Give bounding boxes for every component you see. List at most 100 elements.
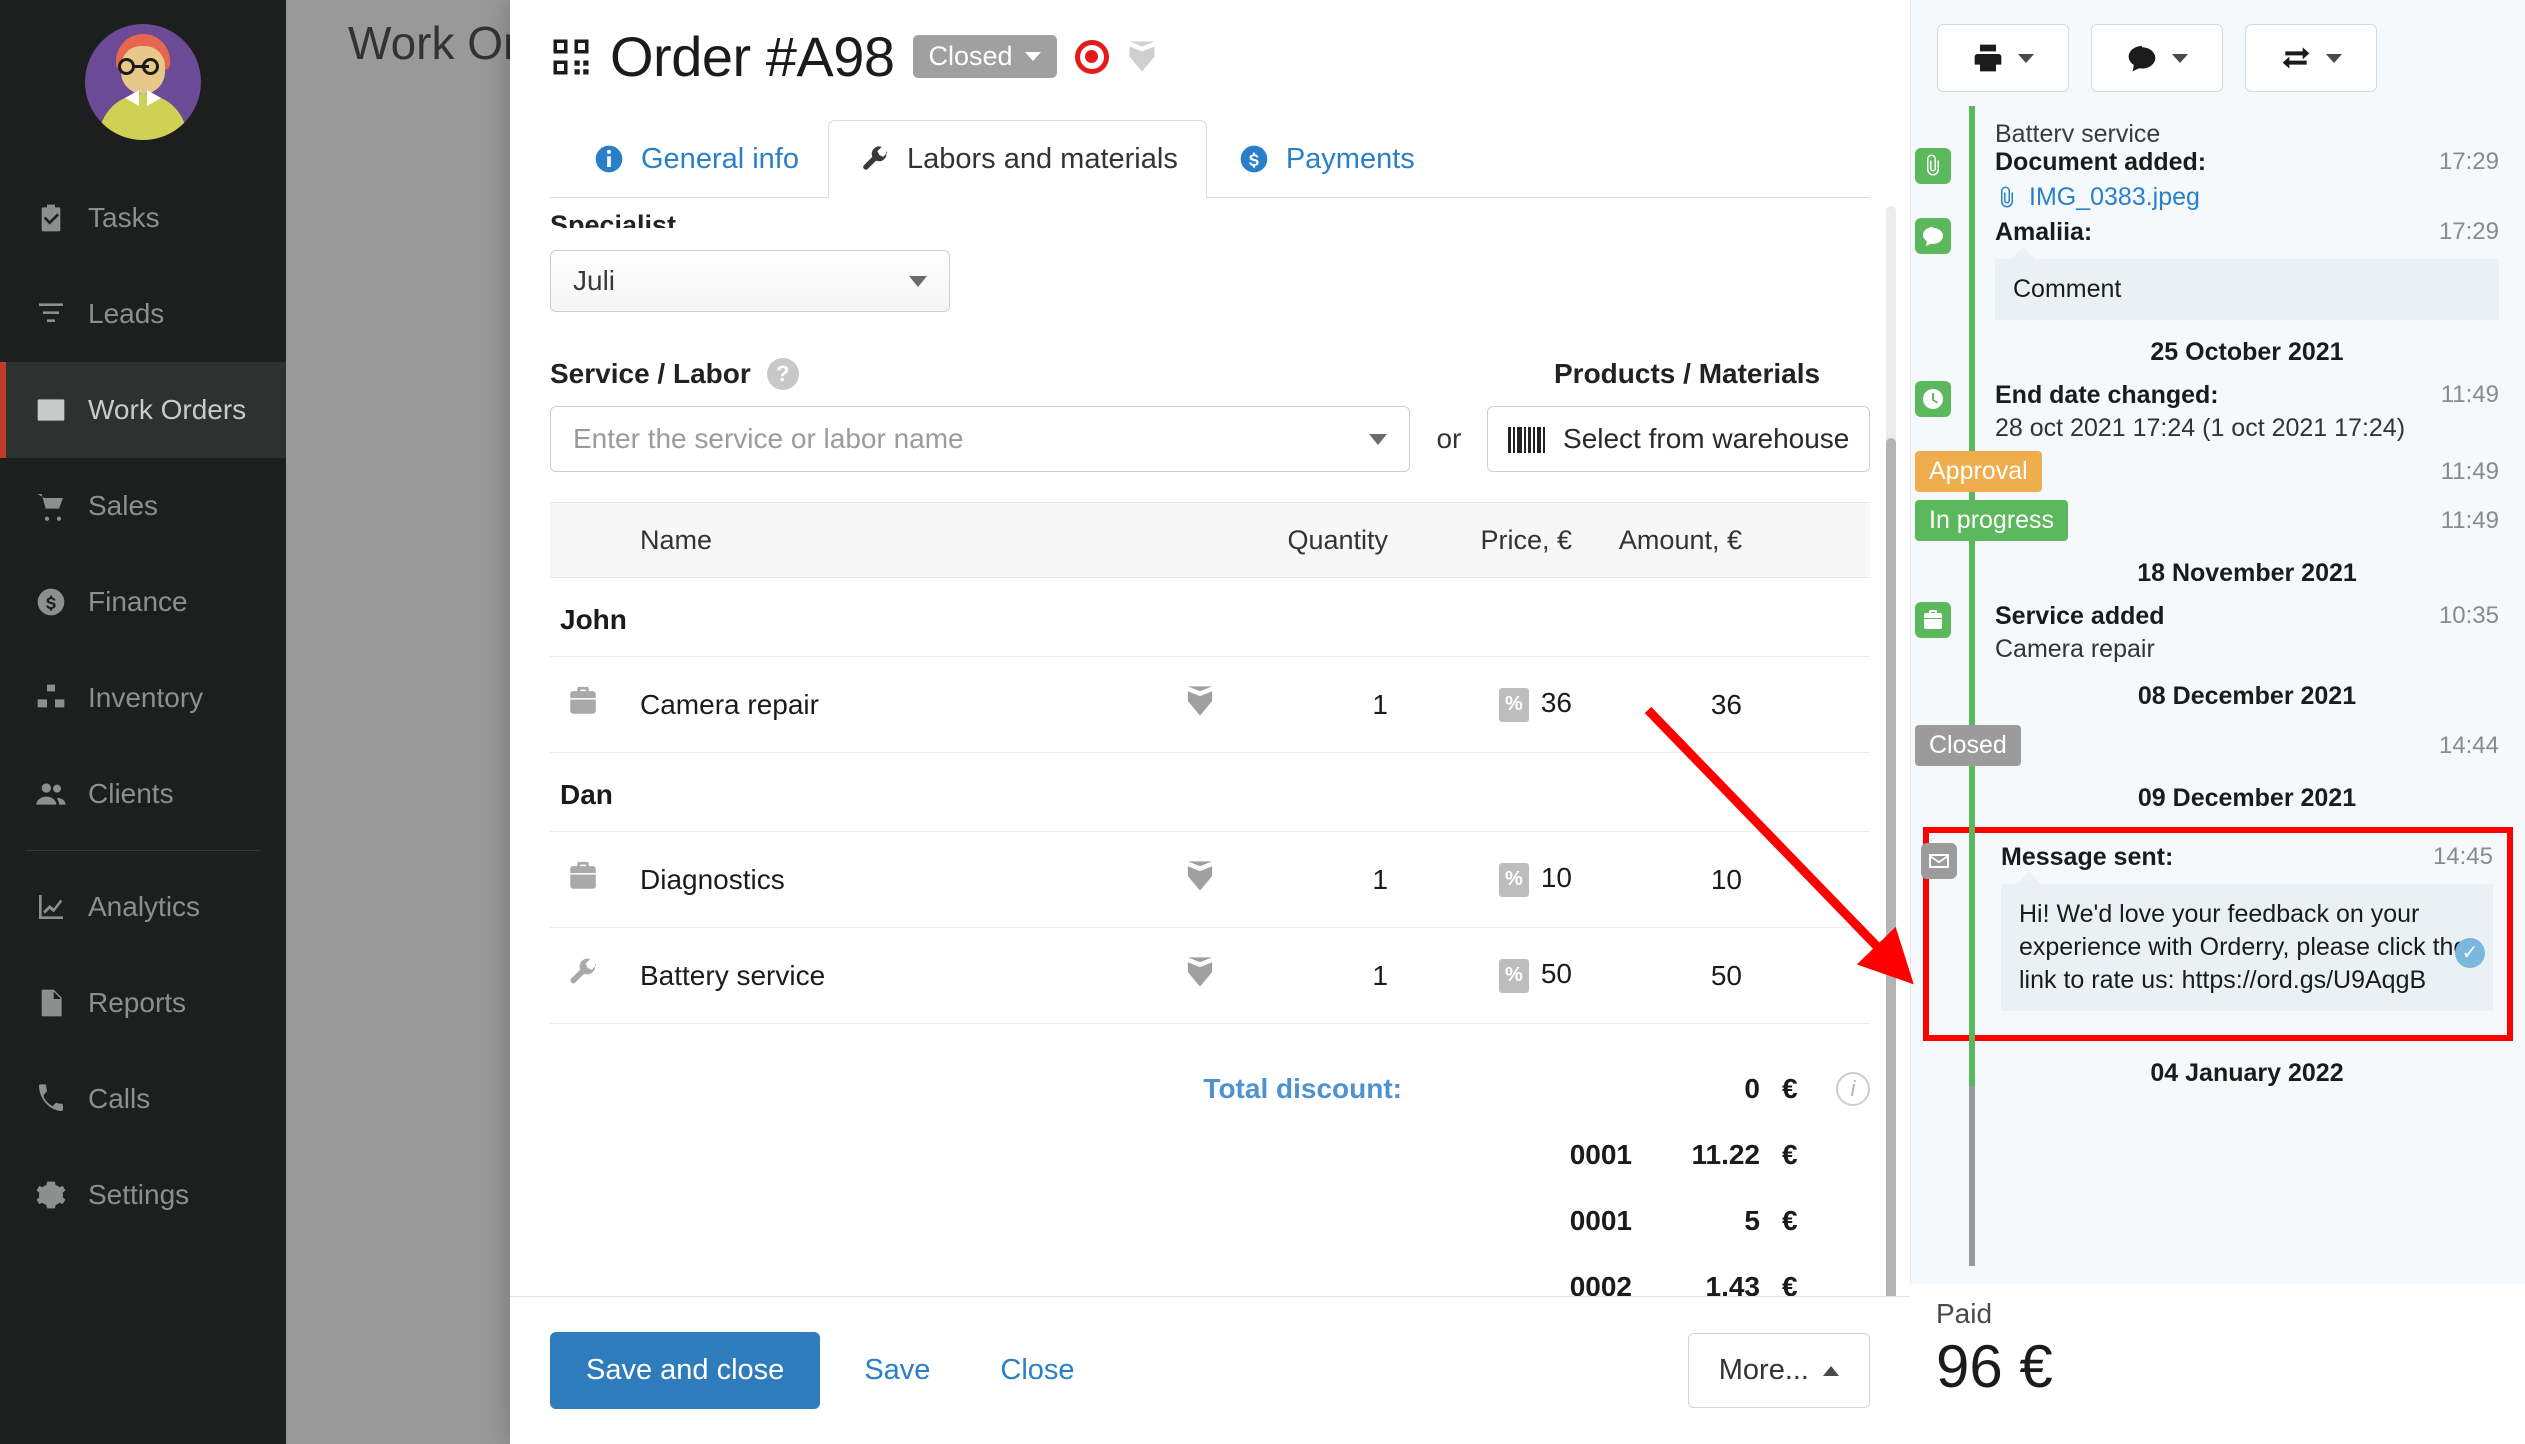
table-row[interactable]: Battery service 1 % 50 50 xyxy=(550,928,1870,1024)
paperclip-icon xyxy=(2001,186,2013,207)
total-value: 11.22 xyxy=(1691,1139,1760,1170)
sidebar-item-tasks[interactable]: Tasks xyxy=(0,170,286,266)
activity-icon-badge xyxy=(1915,148,1951,184)
avatar xyxy=(85,24,201,140)
phone-icon xyxy=(39,1084,63,1111)
sidebar-item-inventory[interactable]: Inventory xyxy=(0,650,286,746)
activity-feed: Battery service Document added: 17:29 IMG_0… xyxy=(1911,106,2525,1266)
dollar-circle-icon xyxy=(1236,141,1272,177)
service-labor-input[interactable]: Enter the service or labor name xyxy=(550,406,1411,472)
clipboard-check-icon xyxy=(41,204,61,232)
item-amount: 36 xyxy=(1710,688,1742,720)
activity-item: Service added 10:35 Camera repair xyxy=(1915,602,2499,664)
items-table-body: John Camera repair 1% 36 36 Dan Diagnostics 1% 1… xyxy=(550,578,1870,1024)
item-quantity: 1 xyxy=(1372,959,1388,991)
transfer-dropdown-button[interactable] xyxy=(2245,24,2377,92)
total-value: 1.43 xyxy=(1705,1271,1761,1296)
sidebar-item-clients[interactable]: Clients xyxy=(0,746,286,842)
specialist-select[interactable]: Juli xyxy=(550,250,950,312)
activity-panel: Battery service Document added: 17:29 IMG_0… xyxy=(1910,0,2525,1444)
add-item-row: Enter the service or labor name or Selec… xyxy=(550,406,1870,472)
specialist-value: Juli xyxy=(573,265,616,296)
tab-label: General info xyxy=(641,142,799,175)
totals-section: Total discount: 0 € i 0001 11.22 €0001 5 €0002 1.… xyxy=(550,1056,1870,1296)
toolbox-icon xyxy=(570,686,596,714)
activity-time: 14:44 xyxy=(2438,731,2499,759)
items-table: Name Quantity Price, € Amount, € John Cam… xyxy=(550,502,1870,1024)
modal-scrollbar-thumb[interactable] xyxy=(1886,438,1896,1296)
products-materials-heading: Products / Materials xyxy=(1554,358,1821,389)
modal-tabs: General info Labors and materials Payments xyxy=(550,119,1870,198)
item-type-icon xyxy=(550,955,620,996)
save-and-close-button[interactable]: Save and close xyxy=(550,1332,821,1409)
total-value: 5 xyxy=(1744,1205,1760,1236)
warranty-shield-icon[interactable] xyxy=(1140,955,1260,996)
col-price: Price, € xyxy=(1480,524,1572,555)
total-row: 0001 11.22 € xyxy=(550,1122,1870,1188)
qr-code-icon[interactable] xyxy=(550,36,592,78)
sidebar-item-work-orders[interactable]: Work Orders xyxy=(0,362,286,458)
chevron-down-icon xyxy=(1369,433,1388,445)
highlight-box: Message sent: 14:45 Hi! We'd love your fee… xyxy=(1921,827,2513,1041)
activity-time: 11:49 xyxy=(2440,381,2499,408)
discount-badge-icon[interactable]: % xyxy=(1498,862,1529,897)
sidebar-item-analytics[interactable]: Analytics xyxy=(0,859,286,955)
tab-payments[interactable]: Payments xyxy=(1207,120,1444,198)
sidebar-item-reports[interactable]: Reports xyxy=(0,955,286,1051)
sidebar-item-settings[interactable]: Settings xyxy=(0,1147,286,1243)
attachment-link[interactable]: IMG_0383.jpeg xyxy=(1995,183,2499,212)
sidebar-nav: Tasks Leads Work Orders Sales Finance Invento… xyxy=(0,170,286,1243)
discount-badge-icon[interactable]: % xyxy=(1498,958,1529,993)
total-currency: € xyxy=(1782,1271,1798,1296)
item-type-icon xyxy=(550,684,620,725)
sidebar-item-sales[interactable]: Sales xyxy=(0,458,286,554)
warranty-shield-icon[interactable] xyxy=(1140,684,1260,725)
total-currency: € xyxy=(1782,1139,1798,1170)
help-icon[interactable]: ? xyxy=(766,358,799,390)
sidebar-item-label: Finance xyxy=(88,586,188,617)
dollar-circle-icon xyxy=(34,585,68,619)
printer-icon xyxy=(1974,44,2002,72)
item-name: Camera repair xyxy=(640,688,819,720)
table-row[interactable]: Diagnostics 1 % 10 10 xyxy=(550,832,1870,928)
save-button[interactable]: Save xyxy=(838,1354,956,1387)
print-dropdown-button[interactable] xyxy=(1937,24,2069,92)
date-separator: 25 October 2021 xyxy=(2150,338,2344,366)
toolbox-icon xyxy=(570,861,596,889)
order-status-dropdown[interactable]: Closed xyxy=(912,35,1057,78)
discount-badge-icon[interactable]: % xyxy=(1498,687,1529,722)
activity-title: Service added 10:35 xyxy=(1995,602,2499,630)
funnel-icon xyxy=(34,297,68,331)
message-dropdown-button[interactable] xyxy=(2091,24,2223,92)
chevron-down-icon xyxy=(2326,53,2342,63)
info-icon[interactable]: i xyxy=(1836,1072,1870,1106)
tab-labors-and-materials[interactable]: Labors and materials xyxy=(828,120,1207,198)
sidebar-item-calls[interactable]: Calls xyxy=(0,1051,286,1147)
sidebar-item-label: Reports xyxy=(88,987,187,1018)
boxes-icon xyxy=(37,684,65,708)
activity-title: Document added: 17:29 xyxy=(1995,148,2499,176)
item-name: Battery service xyxy=(640,959,826,991)
sidebar-item-leads[interactable]: Leads xyxy=(0,266,286,362)
avatar-container[interactable] xyxy=(0,0,286,170)
warranty-shield-icon[interactable] xyxy=(1140,859,1260,900)
sidebar-item-finance[interactable]: Finance xyxy=(0,554,286,650)
record-indicator-icon[interactable] xyxy=(1074,39,1109,74)
close-button[interactable]: Close xyxy=(974,1354,1100,1387)
service-labor-heading-row: Service / Labor ? xyxy=(550,358,1450,390)
more-button[interactable]: More... xyxy=(1687,1333,1870,1408)
modal-title: Order #A98 xyxy=(610,25,895,88)
col-quantity: Quantity xyxy=(1287,524,1388,555)
dollar-circle-icon xyxy=(1240,145,1268,173)
sidebar-item-label: Analytics xyxy=(88,891,201,922)
status-badge: Closed xyxy=(1915,725,2021,766)
tab-general-info[interactable]: General info xyxy=(562,120,828,198)
status-change-item: Approval 11:49 xyxy=(1915,451,2499,492)
activity-item: Amaliia: 17:29 Comment xyxy=(1915,218,2499,320)
select-from-warehouse-button[interactable]: Select from warehouse xyxy=(1487,406,1870,472)
activity-time: 17:29 xyxy=(2438,148,2499,175)
clipboard-check-icon xyxy=(34,201,68,235)
modal-header: Order #A98 Closed General info Labors and… xyxy=(510,0,1910,198)
activity-icon-badge xyxy=(1915,381,1951,417)
table-row[interactable]: Camera repair 1 % 36 36 xyxy=(550,657,1870,753)
